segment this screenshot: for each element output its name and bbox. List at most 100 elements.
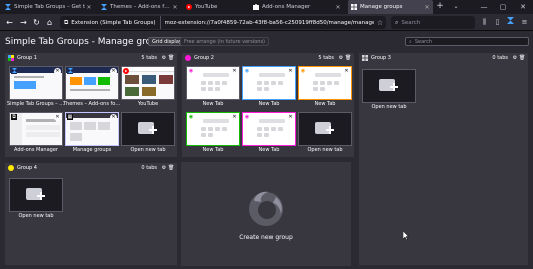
tab-title: New Tab [202,101,224,107]
close-icon[interactable]: ✕ [231,68,238,75]
close-icon[interactable]: ✕ [231,114,238,121]
tab-label: Add-ons Manager [262,4,311,10]
tab-label: YouTube [195,4,218,10]
maximize-icon[interactable]: ▢ [494,0,512,14]
trash-icon[interactable]: 🗑 [168,55,174,61]
new-tab-icon [315,122,334,134]
open-new-tab-button[interactable] [362,69,416,103]
mouse-cursor-icon [403,231,409,240]
home-icon[interactable]: ⌂ [44,17,55,28]
tab-thumbnail[interactable]: ⧉ ✕ [9,112,63,146]
url-bar[interactable]: ⧉ Extension (Simple Tab Groups) moz-exte… [60,16,386,29]
group-card[interactable]: Group 3 0 tabs ⚙ 🗑 Open new tab [358,52,529,266]
container-icon: ◉ [188,68,194,74]
tab-themes[interactable]: Themes – Add-ons for Fir ✕ [98,0,181,14]
library-icon[interactable]: ⫼ [479,17,490,28]
navigation-toolbar: ← → ↻ ⌂ ⧉ Extension (Simple Tab Groups) … [0,14,533,31]
container-icon: ◉ [244,114,250,120]
tab-title: Themes – Add-ons for Fi [63,101,121,107]
tab-addons-manager[interactable]: Add-ons Manager ✕ [250,0,344,14]
site-identity[interactable]: ⧉ Extension (Simple Tab Groups) [60,16,161,29]
gear-icon[interactable]: ⚙ [512,55,518,61]
gear-icon[interactable]: ⚙ [338,55,344,61]
tab-thumbnail[interactable]: ✕ [65,66,119,100]
close-icon[interactable]: ✕ [110,114,117,121]
tab-thumbnail[interactable]: ◉ ✕ [242,66,296,100]
tab-title: Manage groups [72,147,112,153]
create-new-group-button[interactable]: Create new group [181,162,351,266]
trash-icon[interactable]: 🗑 [519,55,525,61]
tab-thumbnail[interactable]: ◉ ✕ [186,66,240,100]
group-card[interactable]: Group 2 5 tabs ⚙ 🗑 ◉ ✕ New Tab ◉ ✕ New T… [181,52,355,158]
group-color-icon [185,55,191,61]
open-new-tab-button[interactable] [9,178,63,212]
close-icon[interactable]: ✕ [287,68,294,75]
new-tab-icon [138,122,157,134]
trash-icon[interactable]: 🗑 [345,55,351,61]
tab-title: New Tab [258,147,280,153]
tab-thumbnail[interactable]: ◉ ✕ [186,112,240,146]
back-arrow-icon[interactable]: ← [4,17,15,28]
tab-manage-groups[interactable]: Manage groups ✕ [348,0,433,14]
group-card[interactable]: Group 1 5 tabs ⚙ 🗑 ✕ Simple Tab Groups –… [4,52,178,158]
tab-youtube[interactable]: YouTube [183,0,245,14]
open-new-tab-button[interactable] [121,112,175,146]
tab-thumbnail[interactable]: ✕ [9,66,63,100]
tab-title: Add-ons Manager [14,147,58,153]
tab-thumbnail[interactable] [121,66,175,100]
gear-icon[interactable]: ⚙ [161,55,167,61]
simple-tab-groups-icon[interactable] [505,17,516,28]
window-close-icon[interactable]: ✕ [514,0,532,14]
page-title: Simple Tab Groups - Manage groups [5,37,168,47]
puzzle-icon: ⧉ [11,114,17,120]
menu-icon[interactable]: ≡ [519,17,530,28]
search-bar[interactable]: ⌕ Search [391,16,475,29]
bookmark-star-icon[interactable]: ☆ [374,19,386,27]
url-text[interactable]: moz-extension://7a0f4859-72ab-43f8-ba56-… [161,20,374,26]
close-icon[interactable]: ✕ [54,114,61,121]
search-placeholder: Search [401,19,421,26]
group-tab-count: 0 tabs [492,55,508,61]
close-icon[interactable]: ✕ [54,68,61,75]
grid-icon [351,4,357,10]
close-icon[interactable]: ✕ [110,68,117,75]
groups-search-input[interactable]: ⌕ Search [405,37,529,46]
search-icon: ⌕ [409,38,412,45]
tab-thumbnail[interactable]: ▦ ✕ [65,112,119,146]
new-tab-button[interactable]: + [434,0,446,14]
close-icon[interactable]: ✕ [287,114,294,121]
gear-icon[interactable]: ⚙ [161,165,167,171]
group-card[interactable]: Group 4 0 tabs ⚙ 🗑 Open new tab [4,162,178,266]
tab-title: YouTube [137,101,159,107]
trash-icon[interactable]: 🗑 [168,165,174,171]
minimize-icon[interactable]: — [475,0,493,14]
open-new-tab-button[interactable] [298,112,352,146]
reload-icon[interactable]: ↻ [31,17,42,28]
group-name[interactable]: Group 1 [17,55,141,61]
sidebar-icon[interactable]: ▯ [492,17,503,28]
close-icon[interactable]: ✕ [424,4,430,11]
group-tab-count: 0 tabs [141,165,157,171]
close-icon[interactable]: ✕ [343,68,350,75]
puzzle-icon [253,4,259,10]
group-name[interactable]: Group 2 [194,55,318,61]
group-name[interactable]: Group 3 [371,55,492,61]
tab-title: New Tab [202,147,224,153]
group-header: Group 2 5 tabs ⚙ 🗑 [182,53,354,63]
tab-thumbnail[interactable]: ◉ ✕ [242,112,296,146]
group-name[interactable]: Group 4 [17,165,141,171]
open-new-tab-label: Open new tab [371,104,407,110]
close-icon[interactable]: ✕ [335,4,341,11]
open-new-tab-label: Open new tab [18,213,54,219]
tab-label: Simple Tab Groups – Get t [14,4,86,10]
simple-tab-groups-icon [11,68,17,74]
forward-arrow-icon[interactable]: → [18,17,29,28]
tab-simple-tab-groups[interactable]: Simple Tab Groups – Get t ✕ [2,0,95,14]
simple-tab-groups-icon [5,4,11,10]
group-tab-count: 5 tabs [141,55,157,61]
close-icon[interactable]: ✕ [172,4,178,11]
youtube-icon [186,4,192,10]
close-icon[interactable]: ✕ [86,4,92,11]
tab-thumbnail[interactable]: ◉ ✕ [298,66,352,100]
tab-list-chevron-icon[interactable]: ⌄ [451,0,461,14]
